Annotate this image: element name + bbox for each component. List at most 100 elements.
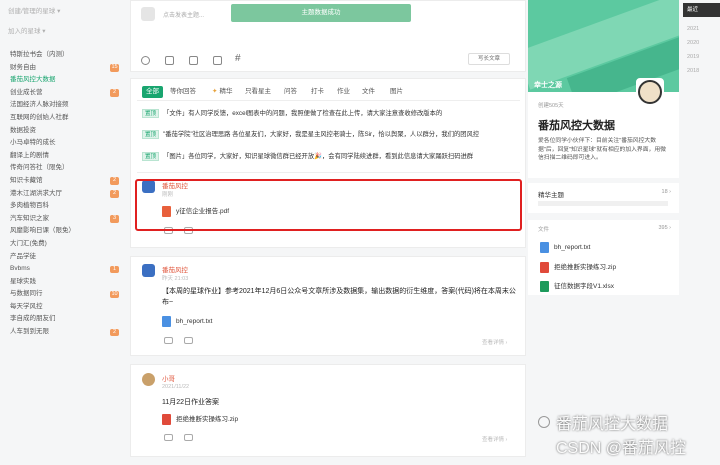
file-attachment[interactable]: bh_report.txt xyxy=(162,316,213,327)
like-icon[interactable] xyxy=(164,434,173,441)
composer-card: 点击发表主题... 主题数据成功 # 写长文章 xyxy=(130,0,526,72)
post-body: 11月22日作业答案 xyxy=(162,399,220,406)
file-name: 拒绝推断实操练习.zip xyxy=(554,264,617,271)
comment-icon[interactable] xyxy=(184,434,193,441)
pinned-tag: 置顶 xyxy=(142,151,160,161)
sidebar-group-item[interactable]: 数据投资 xyxy=(0,125,122,138)
author-avatar[interactable] xyxy=(142,264,155,277)
post-time: 2021/11/22 xyxy=(162,384,190,390)
sidebar: 创建/管理的星球 ▾ 加入的星球 ▾ 特斯拉书会（内测） 财务自由 15 番茄风控大数… xyxy=(0,0,122,465)
author-name[interactable]: 番茄风控 xyxy=(162,264,188,274)
sidebar-group-item[interactable]: Bvbms 1 xyxy=(0,263,122,276)
announcement-text: "番茄学院"社区治理思路 各位星友们，大家好，我是星主风控老骑士，陈Sir，恰以… xyxy=(163,131,480,138)
announcement-row[interactable]: 置顶 「图片」各位同学，大家好，知识星球微信群已经开放🎉，会有同学陆续进群，看到此… xyxy=(142,151,522,161)
sidebar-group-item[interactable]: 与数据同行 10 xyxy=(0,288,122,301)
compose-placeholder[interactable]: 点击发表主题... xyxy=(163,10,204,19)
sidebar-group-label: 小马卓特的成长 xyxy=(10,139,56,147)
image-icon[interactable] xyxy=(165,56,174,65)
tab-0[interactable]: 全部 xyxy=(142,86,163,98)
post-card xyxy=(130,364,526,457)
sidebar-group-item[interactable]: 特斯拉书会（内测） xyxy=(0,49,122,62)
like-icon[interactable] xyxy=(164,337,173,344)
unread-badge: 10 xyxy=(110,290,119,299)
sidebar-group-item[interactable]: 小马卓特的成长 xyxy=(0,137,122,150)
sidebar-group-item[interactable]: 人车到到无限 2 xyxy=(0,326,122,339)
sidebar-group-item[interactable]: 番茄风控大数据 xyxy=(0,74,122,87)
video-icon[interactable] xyxy=(213,56,222,65)
tab-6[interactable]: 作业 xyxy=(337,86,350,98)
announcement-row[interactable]: 置顶 "番茄学院"社区治理思路 各位星友们，大家好，我是星主风控老骑士，陈Sir，… xyxy=(142,129,522,139)
announcement-row[interactable]: 置顶 「文件」有人同学反馈，excel图表中的问题，我照便做了检查在此上传，请大家… xyxy=(142,108,522,118)
sidebar-group-item[interactable]: 创业成长营 2 xyxy=(0,87,122,100)
sidebar-group-item[interactable]: 港木江湖洪求大厅 2 xyxy=(0,188,122,201)
emoji-icon[interactable] xyxy=(141,56,150,65)
sidebar-group-item[interactable]: 互联网的创始人社群 xyxy=(0,112,122,125)
sidebar-group-item[interactable]: 传奇问答社（限免） xyxy=(0,162,122,175)
view-detail-link[interactable]: 查看详情 › xyxy=(482,338,507,346)
sidebar-group-label: 每天学风控 xyxy=(10,302,43,310)
year-timeline: 最近 2021 2020 2019 2018 xyxy=(683,0,720,78)
sidebar-group-label: 知识卡藏馆 xyxy=(10,176,43,184)
year-item[interactable]: 2019 xyxy=(683,50,720,64)
file-attachment[interactable]: 拒绝推断实操练习.zip xyxy=(162,413,238,425)
owner-name[interactable]: 幸士之源 xyxy=(534,80,562,90)
sidebar-group-label: 创业成长营 xyxy=(10,88,43,96)
sidebar-group-item[interactable]: 多肉植物百科 xyxy=(0,200,122,213)
success-toast: 主题数据成功 xyxy=(231,4,411,22)
hashtag-icon[interactable]: # xyxy=(235,53,241,64)
sidebar-group-label: 风靡影响日课（限免） xyxy=(10,227,75,235)
file-list-item[interactable]: bh_report.txt xyxy=(540,242,591,253)
tab-3[interactable]: 只看星主 xyxy=(245,86,271,98)
file-list-item[interactable]: 拒绝推断实操练习.zip xyxy=(540,261,616,273)
sidebar-group-label: 星球实践 xyxy=(10,277,36,285)
sidebar-group-item[interactable]: 大门汇(免费) xyxy=(0,238,122,251)
sidebar-group-item[interactable]: 星球实践 xyxy=(0,276,122,289)
tab-label: 精华 xyxy=(219,88,233,95)
sidebar-group-label: 互联网的创始人社群 xyxy=(10,113,69,121)
tab-7[interactable]: 文件 xyxy=(362,86,375,98)
sidebar-group-item[interactable]: 法国经济人脉对接频 xyxy=(0,99,122,112)
txt-file-icon xyxy=(162,316,171,327)
attachment-icon[interactable] xyxy=(189,56,198,65)
unread-badge: 2 xyxy=(110,89,119,97)
write-article-button[interactable]: 写长文章 xyxy=(468,53,510,65)
comment-icon[interactable] xyxy=(184,337,193,344)
sidebar-group-label: 大门汇(免费) xyxy=(10,239,47,247)
txt-file-icon xyxy=(540,242,549,253)
sidebar-group-label: 李自成的朋友们 xyxy=(10,315,56,323)
sidebar-group-item[interactable]: 风靡影响日课（限免） xyxy=(0,225,122,238)
sidebar-group-label: 翻译上的剧情 xyxy=(10,151,49,159)
sidebar-group-label: 与数据同行 xyxy=(10,290,43,298)
created-groups-header[interactable]: 创建/管理的星球 ▾ xyxy=(0,5,122,19)
joined-groups-header[interactable]: 加入的星球 ▾ xyxy=(0,25,122,39)
file-list-item[interactable]: 征信数据字段V1.xlsx xyxy=(540,280,614,292)
author-avatar[interactable] xyxy=(142,373,155,386)
year-item[interactable]: 2020 xyxy=(683,36,720,50)
sidebar-group-label: 港木江湖洪求大厅 xyxy=(10,189,62,197)
view-detail-link[interactable]: 查看详情 › xyxy=(482,435,507,443)
sidebar-group-item[interactable]: 财务自由 15 xyxy=(0,62,122,75)
zip-file-icon xyxy=(540,261,549,273)
tab-5[interactable]: 打卡 xyxy=(311,86,324,98)
zip-file-icon xyxy=(162,413,171,425)
year-recent[interactable]: 最近 xyxy=(683,3,720,17)
year-item[interactable]: 2018 xyxy=(683,64,720,78)
sidebar-group-item[interactable]: 每天学风控 xyxy=(0,301,122,314)
year-item[interactable]: 2021 xyxy=(683,22,720,36)
tab-1[interactable]: 等你回答 xyxy=(170,86,196,98)
sidebar-group-item[interactable]: 翻译上的剧情 xyxy=(0,150,122,163)
tab-2[interactable]: ✦ 精华 xyxy=(212,86,232,98)
tab-8[interactable]: 图片 xyxy=(390,86,403,98)
watermark-bottom: CSDN @番茄风控 xyxy=(556,440,687,457)
sidebar-group-item[interactable]: 知识卡藏馆 2 xyxy=(0,175,122,188)
essence-card[interactable]: 精华主题 18 › xyxy=(528,183,679,213)
sidebar-group-item[interactable]: 汽车知识之家 3 xyxy=(0,213,122,226)
created-days: 创建505天 xyxy=(538,103,564,109)
sidebar-group-item[interactable]: 李自成的朋友们 xyxy=(0,313,122,326)
sidebar-group-item[interactable]: 产品学徒 xyxy=(0,251,122,264)
files-count[interactable]: 395 › xyxy=(658,225,671,231)
author-name[interactable]: 小哥 xyxy=(162,373,175,383)
wechat-icon xyxy=(538,416,550,428)
tab-4[interactable]: 问答 xyxy=(284,86,297,98)
sidebar-group-label: 人车到到无限 xyxy=(10,328,49,336)
